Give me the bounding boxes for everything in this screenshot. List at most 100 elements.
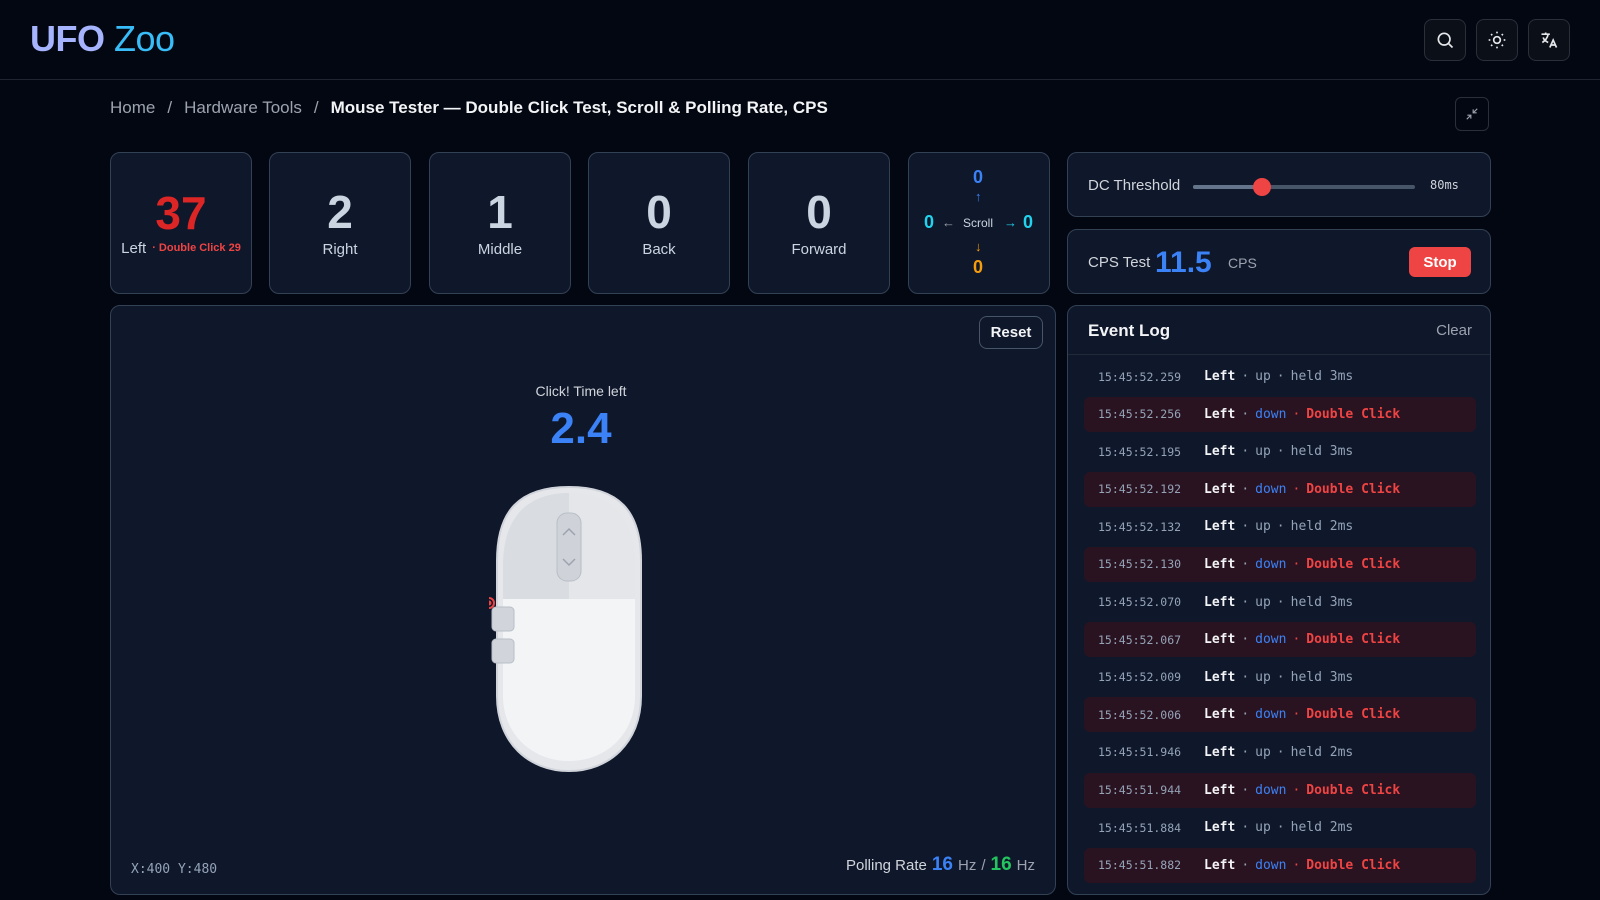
breadcrumb-separator: / [167, 98, 173, 117]
log-row: 15:45:51.884 Left · up · held 2ms [1084, 810, 1476, 845]
log-separator: · [1241, 444, 1250, 460]
clear-log-button[interactable]: Clear [1436, 322, 1472, 339]
log-separator: · [1292, 857, 1301, 873]
middle-label: Middle [477, 240, 523, 258]
collapse-icon [1466, 108, 1478, 120]
log-separator: · [1241, 594, 1250, 610]
arrow-right-icon: → [1004, 215, 1017, 230]
polling-label: Polling Rate [845, 857, 927, 874]
log-note: Double Click [1306, 707, 1401, 723]
breadcrumb: Home / Hardware Tools / Mouse Tester — D… [110, 98, 828, 118]
log-action: up [1255, 369, 1271, 384]
cps-value: 11.5 [1155, 246, 1212, 279]
arrow-up-icon: ↑ [975, 189, 982, 204]
log-row: 15:45:52.132 Left · up · held 2ms [1084, 509, 1476, 544]
log-timestamp: 15:45:51.884 [1098, 820, 1182, 835]
log-separator: · [1292, 707, 1301, 723]
stop-button[interactable]: Stop [1409, 247, 1471, 277]
reset-button[interactable]: Reset [979, 316, 1043, 349]
log-action: up [1255, 744, 1271, 760]
log-button: Left [1204, 556, 1236, 572]
log-action: down [1255, 556, 1287, 572]
event-log-title: Event Log [1088, 321, 1171, 340]
log-timestamp: 15:45:52.006 [1098, 707, 1182, 722]
theme-toggle-button[interactable] [1476, 19, 1518, 61]
log-timestamp: 15:45:52.259 [1098, 369, 1182, 384]
forward-count: 0 [806, 185, 832, 238]
event-log: Event Log Clear 15:45:52.259 Left · up · held… [1067, 305, 1491, 895]
polling-separator: / [981, 857, 986, 874]
back-count: 0 [646, 185, 672, 238]
arrow-down-icon: ↓ [975, 239, 982, 254]
log-row: 15:45:52.259 Left · up · held 3ms [1084, 359, 1476, 394]
log-note: held 3ms [1290, 444, 1354, 460]
breadcrumb-separator: / [313, 98, 319, 117]
slider-thumb[interactable] [1252, 178, 1271, 196]
left-label: Left [121, 239, 147, 257]
log-separator: · [1241, 556, 1250, 572]
log-button: Left [1204, 820, 1236, 836]
collapse-button[interactable] [1455, 97, 1489, 131]
dc-threshold-value: 80ms [1430, 178, 1459, 192]
mouse-palm [503, 599, 635, 761]
back-label: Back [642, 240, 676, 258]
log-button: Left [1204, 782, 1236, 798]
breadcrumb-section[interactable]: Hardware Tools [184, 98, 302, 118]
log-button: Left [1204, 519, 1236, 535]
log-button: Left [1204, 669, 1236, 685]
logo[interactable]: UFO Zoo [30, 18, 175, 60]
log-timestamp: 15:45:51.946 [1098, 745, 1182, 760]
log-separator: · [1276, 669, 1285, 685]
polling-value-max: 16 [990, 854, 1012, 875]
timer-label: Click! Time left [535, 383, 627, 399]
click-test-area[interactable]: Reset Click! Time left 2.4 X:400 Y:480 P… [110, 305, 1056, 895]
middle-count: 1 [487, 185, 513, 238]
log-row: 15:45:52.256 Left · down · Double Click [1084, 396, 1476, 432]
mouse-back-button [491, 638, 515, 664]
log-row: 15:45:52.006 Left · down · Double Click [1084, 697, 1476, 733]
log-separator: · [1241, 481, 1250, 497]
search-icon [1437, 32, 1454, 49]
log-separator: · [1292, 556, 1301, 572]
log-button: Left [1204, 857, 1236, 873]
forward-label: Forward [791, 240, 847, 258]
log-row: 15:45:52.009 Left · up · held 3ms [1084, 660, 1476, 695]
log-separator: · [1292, 782, 1301, 798]
stat-right: 2 Right [269, 152, 411, 294]
log-note: held 3ms [1290, 669, 1354, 685]
right-count: 2 [327, 185, 353, 238]
dc-threshold-card: DC Threshold 80ms [1067, 152, 1491, 217]
log-action: up [1255, 594, 1271, 610]
top-icons [1424, 19, 1570, 61]
page-title: Mouse Tester — Double Click Test, Scroll… [330, 98, 828, 117]
stat-middle: 1 Middle [429, 152, 571, 294]
double-click-label: · Double Click 29 [152, 242, 241, 254]
search-button[interactable] [1424, 19, 1466, 61]
cps-test-label: CPS Test [1088, 254, 1151, 271]
log-row: 15:45:52.070 Left · up · held 3ms [1084, 585, 1476, 620]
log-separator: · [1241, 519, 1250, 535]
log-note: held 2ms [1290, 744, 1354, 760]
log-timestamp: 15:45:52.130 [1098, 557, 1182, 572]
log-timestamp: 15:45:52.009 [1098, 670, 1182, 685]
breadcrumb-home[interactable]: Home [110, 98, 155, 118]
log-timestamp: 15:45:52.067 [1098, 632, 1182, 647]
log-separator: · [1292, 406, 1301, 422]
log-action: up [1255, 669, 1271, 685]
stat-forward: 0 Forward [748, 152, 890, 294]
log-note: Double Click [1306, 857, 1401, 873]
cursor-coords: X:400 Y:480 [131, 862, 218, 877]
dc-threshold-slider[interactable] [1193, 178, 1415, 196]
event-log-list[interactable]: 15:45:52.259 Left · up · held 3ms 15:45:52.256… [1084, 359, 1476, 885]
log-note: Double Click [1306, 481, 1401, 497]
log-action: up [1255, 444, 1271, 460]
language-button[interactable] [1528, 19, 1570, 61]
log-timestamp: 15:45:51.944 [1098, 783, 1182, 798]
left-count: 37 [155, 186, 207, 239]
log-row: 15:45:51.882 Left · down · Double Click [1084, 847, 1476, 883]
polling-unit: Hz [958, 857, 977, 874]
log-separator: · [1241, 669, 1250, 685]
log-separator: · [1241, 744, 1250, 760]
log-button: Left [1204, 481, 1236, 497]
log-action: down [1255, 857, 1287, 873]
